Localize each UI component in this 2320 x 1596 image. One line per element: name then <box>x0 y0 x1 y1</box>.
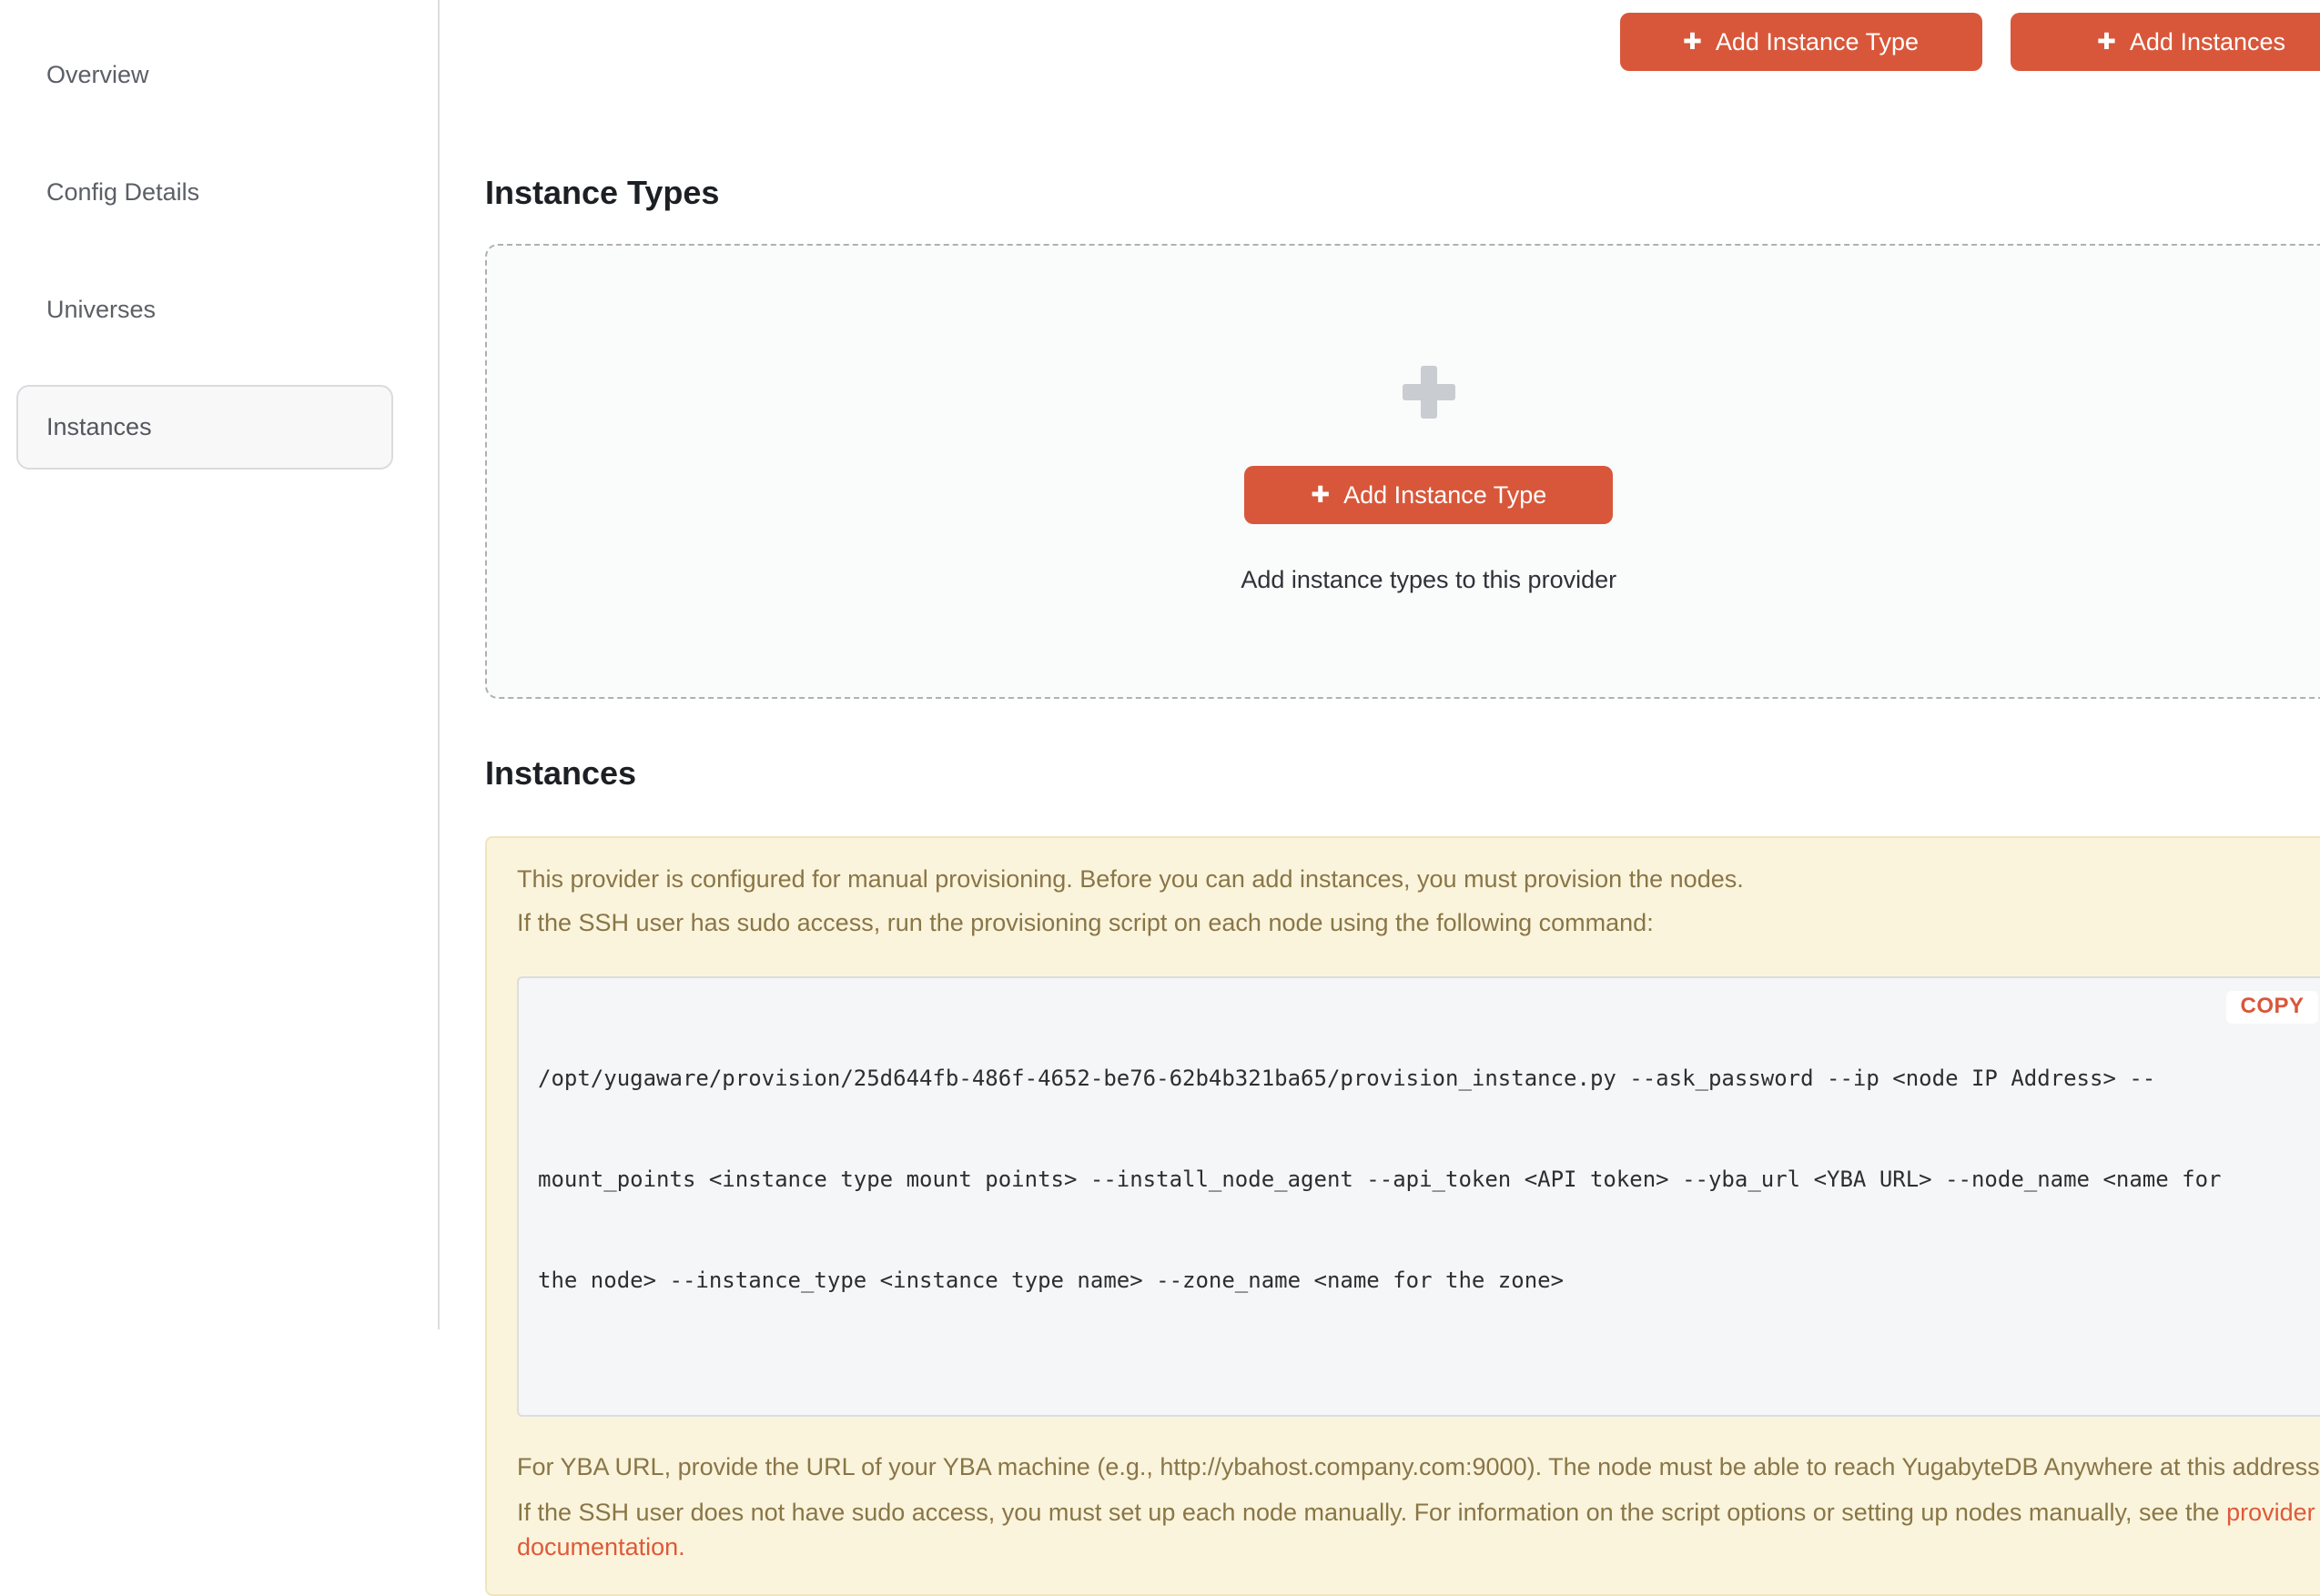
provider-nav: Overview Config Details Universes Instan… <box>0 33 438 470</box>
sidebar-item-config-details[interactable]: Config Details <box>16 150 393 235</box>
copy-button[interactable]: COPY <box>2226 991 2317 1024</box>
manual-provisioning-alert: This provider is configured for manual p… <box>485 836 2320 1596</box>
add-instances-button-label: Add Instances <box>2130 28 2285 56</box>
add-instance-type-button[interactable]: ✚ Add Instance Type <box>1620 13 1982 71</box>
add-instance-type-button-label: Add Instance Type <box>1716 28 1919 56</box>
main-content: ✚ Add Instance Type ✚ Add Instances Inst… <box>440 0 2320 1329</box>
plus-icon <box>1403 366 1455 419</box>
empty-state-add-instance-type-button[interactable]: ✚ Add Instance Type <box>1244 466 1613 524</box>
alert-line-2: If the SSH user has sudo access, run the… <box>517 905 2320 940</box>
instances-heading: Instances <box>485 753 2320 793</box>
no-sudo-note-text: If the SSH user does not have sudo acces… <box>517 1499 2226 1526</box>
provision-command-line: mount_points <instance type mount points… <box>538 1163 2222 1197</box>
sidebar: Overview Config Details Universes Instan… <box>0 0 440 1329</box>
alert-line-1: This provider is configured for manual p… <box>517 862 2320 896</box>
provision-command-line: the node> --instance_type <instance type… <box>538 1264 2222 1298</box>
sidebar-item-overview[interactable]: Overview <box>16 33 393 117</box>
plus-icon: ✚ <box>2097 31 2116 54</box>
plus-icon: ✚ <box>1683 31 1702 54</box>
plus-icon: ✚ <box>1311 484 1330 507</box>
sidebar-item-instances[interactable]: Instances <box>16 385 393 470</box>
no-sudo-note: If the SSH user does not have sudo acces… <box>517 1495 2320 1564</box>
add-instances-button[interactable]: ✚ Add Instances <box>2011 13 2320 71</box>
action-toolbar: ✚ Add Instance Type ✚ Add Instances <box>485 13 2320 71</box>
yba-url-note: For YBA URL, provide the URL of your YBA… <box>517 1450 2320 1484</box>
empty-state-caption: Add instance types to this provider <box>1241 566 1616 594</box>
provision-command-line: /opt/yugaware/provision/25d644fb-486f-46… <box>538 1062 2222 1096</box>
sidebar-item-universes[interactable]: Universes <box>16 268 393 352</box>
empty-state-add-instance-type-label: Add Instance Type <box>1343 481 1546 510</box>
instance-types-empty-state: ✚ Add Instance Type Add instance types t… <box>485 244 2320 699</box>
instance-types-heading: Instance Types <box>485 173 2320 213</box>
provision-command-codeblock: /opt/yugaware/provision/25d644fb-486f-46… <box>517 976 2320 1417</box>
